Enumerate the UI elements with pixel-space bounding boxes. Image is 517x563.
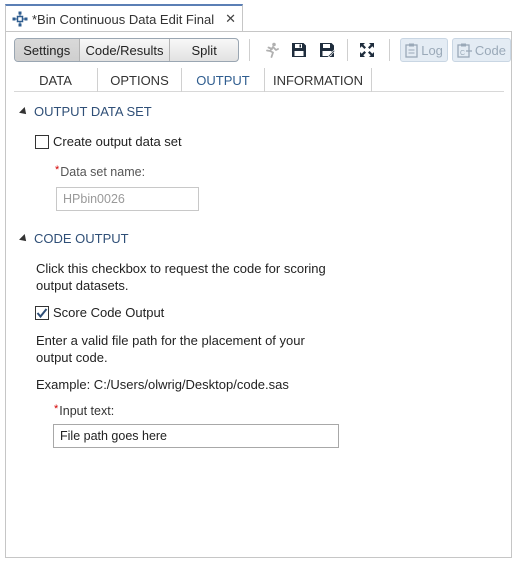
create-output-row: Create output data set [35, 134, 182, 149]
toolbar-divider [248, 39, 250, 61]
save-icon[interactable] [290, 41, 308, 59]
checkmark-icon [36, 307, 48, 318]
save-as-icon[interactable] [318, 41, 336, 59]
task-node-icon [12, 11, 28, 27]
dataset-name-label: Data set name: [60, 165, 146, 179]
create-output-checkbox[interactable] [35, 134, 49, 149]
code-output-heading: CODE OUTPUT [34, 231, 129, 246]
document-title: *Bin Continuous Data Edit Final [32, 11, 215, 27]
toolbar-divider [389, 39, 391, 61]
log-button[interactable]: Log [400, 38, 448, 62]
output-data-set-heading: OUTPUT DATA SET [34, 104, 152, 119]
scoring-instruction: Click this checkbox to request the code … [36, 260, 326, 294]
view-mode-switcher: Settings Code/Results Split [14, 38, 239, 62]
required-marker: * [54, 403, 59, 415]
code-icon: C [457, 43, 472, 58]
toolbar: Settings Code/Results Split Log C Code [6, 32, 511, 68]
score-code-label: Score Code Output [53, 305, 165, 320]
tab-options[interactable]: OPTIONS [98, 68, 182, 92]
settings-view-button[interactable]: Settings [15, 39, 80, 61]
tab-data[interactable]: DATA [14, 68, 98, 92]
code-label: Code [474, 42, 506, 58]
score-code-checkbox[interactable] [35, 305, 49, 320]
output-data-set-section-toggle[interactable]: OUTPUT DATA SET [19, 104, 152, 119]
input-text-label-row: *Input text: [54, 403, 114, 418]
log-label: Log [421, 42, 443, 58]
input-text-label: Input text: [59, 404, 115, 418]
dataset-name-label-row: *Data set name: [55, 164, 145, 179]
scoring-instruction-line: Click this checkbox to request the code … [36, 261, 326, 276]
path-instruction-line: Enter a valid file path for the placemen… [36, 333, 305, 348]
code-output-section-toggle[interactable]: CODE OUTPUT [19, 231, 129, 246]
collapse-triangle-icon [19, 233, 29, 244]
task-panel: Settings Code/Results Split Log C Code D… [5, 31, 512, 558]
run-icon[interactable] [263, 41, 281, 59]
tab-information[interactable]: INFORMATION [265, 68, 372, 92]
scoring-instruction-line: output datasets. [36, 278, 129, 293]
svg-text:C: C [460, 50, 465, 57]
close-icon[interactable]: ✕ [225, 11, 236, 27]
example-path-text: Example: C:/Users/olwrig/Desktop/code.sa… [36, 377, 289, 392]
document-tab[interactable]: *Bin Continuous Data Edit Final ✕ [5, 4, 243, 32]
maximize-icon[interactable] [359, 41, 377, 59]
required-marker: * [55, 164, 60, 176]
split-view-button[interactable]: Split [170, 39, 237, 61]
path-instruction-line: output code. [36, 350, 108, 365]
score-code-row: Score Code Output [35, 305, 164, 320]
create-output-label: Create output data set [53, 134, 182, 149]
tab-output[interactable]: OUTPUT [182, 68, 265, 92]
collapse-triangle-icon [19, 106, 29, 117]
path-instruction: Enter a valid file path for the placemen… [36, 332, 305, 366]
tab-bar: DATA OPTIONS OUTPUT INFORMATION [14, 68, 504, 92]
toolbar-divider [346, 39, 348, 61]
file-path-input[interactable] [53, 424, 339, 448]
code-button[interactable]: C Code [451, 38, 511, 62]
task-window: *Bin Continuous Data Edit Final ✕ Settin… [5, 0, 512, 558]
log-icon [405, 43, 418, 58]
code-results-view-button[interactable]: Code/Results [80, 39, 171, 61]
dataset-name-input[interactable] [56, 187, 199, 211]
